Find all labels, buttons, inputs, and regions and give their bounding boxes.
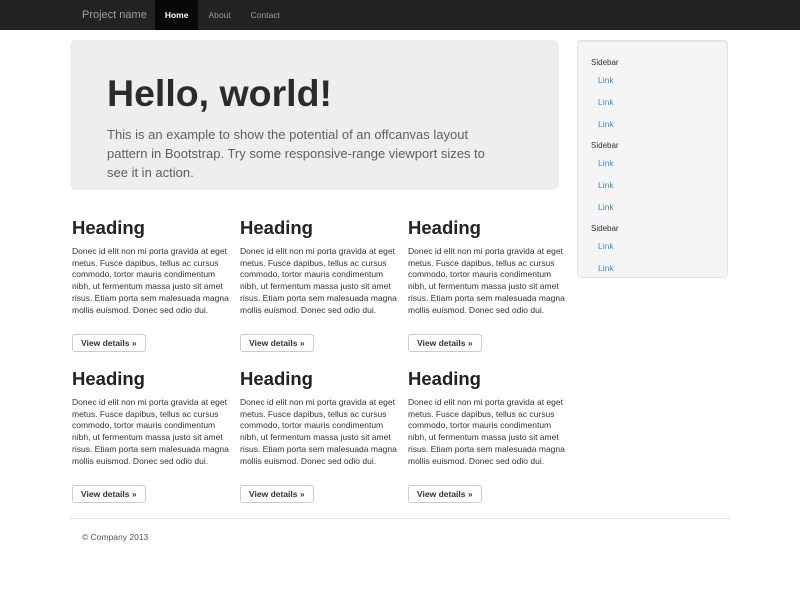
sidebar-link[interactable]: Link — [598, 201, 727, 213]
sidebar-heading: Sidebar — [591, 223, 727, 235]
sidebar-link[interactable]: Link — [598, 179, 727, 191]
brand-link[interactable]: Project name — [82, 9, 147, 21]
main-nav: Home About Contact — [155, 0, 290, 30]
view-details-button[interactable]: View details » — [408, 334, 482, 352]
jumbotron-subtitle: This is an example to show the potential… — [107, 125, 507, 182]
view-details-button[interactable]: View details » — [240, 485, 314, 503]
sidebar-link[interactable]: Link — [598, 262, 727, 274]
sidebar-heading: Sidebar — [591, 140, 727, 152]
view-details-button[interactable]: View details » — [240, 334, 314, 352]
card-heading: Heading — [72, 217, 230, 239]
footer-copyright: © Company 2013 — [82, 531, 148, 543]
content-card: Heading Donec id elit non mi porta gravi… — [240, 217, 398, 357]
sidebar-link[interactable]: Link — [598, 157, 727, 169]
top-navbar: Project name Home About Contact — [0, 0, 800, 30]
sidebar-link[interactable]: Link — [598, 74, 727, 86]
card-body-text: Donec id elit non mi porta gravida at eg… — [72, 246, 230, 316]
view-details-button[interactable]: View details » — [72, 485, 146, 503]
content-card: Heading Donec id elit non mi porta gravi… — [408, 217, 566, 357]
view-details-button[interactable]: View details » — [72, 334, 146, 352]
content-card: Heading Donec id elit non mi porta gravi… — [408, 368, 566, 508]
sidebar-heading: Sidebar — [591, 57, 727, 69]
card-body-text: Donec id elit non mi porta gravida at eg… — [240, 397, 398, 467]
content-card: Heading Donec id elit non mi porta gravi… — [240, 368, 398, 508]
card-heading: Heading — [240, 368, 398, 390]
nav-item-home[interactable]: Home — [155, 0, 199, 30]
page-title: Hello, world! — [107, 73, 519, 113]
card-body-text: Donec id elit non mi porta gravida at eg… — [72, 397, 230, 467]
card-heading: Heading — [408, 217, 566, 239]
card-body-text: Donec id elit non mi porta gravida at eg… — [408, 397, 566, 467]
sidebar-link[interactable]: Link — [598, 118, 727, 130]
card-heading: Heading — [408, 368, 566, 390]
nav-item-about[interactable]: About — [198, 0, 240, 30]
card-body-text: Donec id elit non mi porta gravida at eg… — [240, 246, 398, 316]
sidebar-link[interactable]: Link — [598, 240, 727, 252]
content-card: Heading Donec id elit non mi porta gravi… — [72, 217, 230, 357]
sidebar-panel: Sidebar Link Link Link Sidebar Link Link… — [577, 40, 728, 278]
card-heading: Heading — [72, 368, 230, 390]
sidebar-link[interactable]: Link — [598, 96, 727, 108]
card-heading: Heading — [240, 217, 398, 239]
nav-item-contact[interactable]: Contact — [241, 0, 290, 30]
footer-divider — [70, 518, 730, 519]
view-details-button[interactable]: View details » — [408, 485, 482, 503]
content-card: Heading Donec id elit non mi porta gravi… — [72, 368, 230, 508]
card-body-text: Donec id elit non mi porta gravida at eg… — [408, 246, 566, 316]
jumbotron: Hello, world! This is an example to show… — [70, 40, 559, 190]
